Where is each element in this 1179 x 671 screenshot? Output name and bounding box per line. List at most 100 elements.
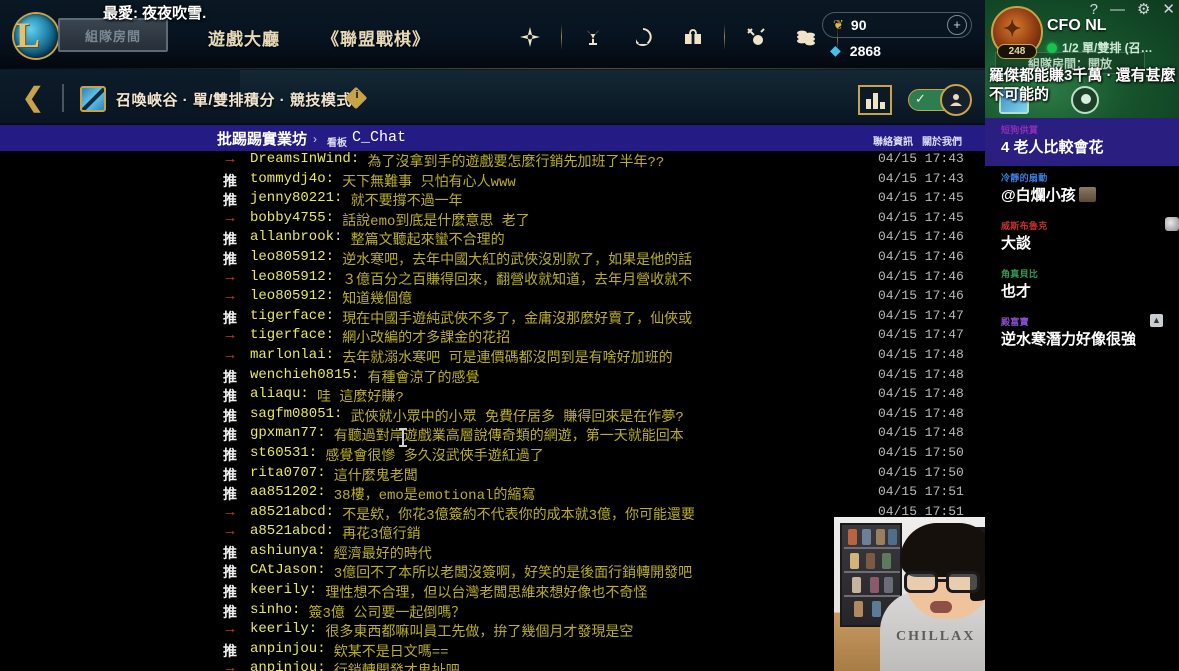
comment-timestamp: 04/15 17:50 [878,464,964,480]
forum-site-name[interactable]: 批踢踢實業坊 [217,128,307,149]
arrow-tag: → [225,209,235,227]
push-tag: 推 [223,368,237,385]
breadcrumb-separator: › [313,132,317,146]
chevron-left-icon[interactable]: ❮ [22,82,44,112]
comment-author[interactable]: wenchieh0815: [250,367,359,383]
minimize-icon[interactable]: — [1110,2,1125,18]
chat-nickname[interactable]: 威斯布魯克 [1001,219,1171,232]
comment-author[interactable]: CAtJason: [250,562,326,578]
push-tag: 推 [223,584,237,601]
comment-author[interactable]: keerily: [250,621,317,637]
comment-author[interactable]: marlonlai: [250,347,334,363]
rp-coin-icon: ❦ [833,17,844,32]
comment-author[interactable]: leo805912: [250,269,334,285]
chat-nickname[interactable]: 冷靜的扇動 [1001,171,1171,184]
comment-author[interactable]: gpxman77: [250,425,326,441]
arrow-tag: → [225,523,235,541]
overlay-message: 羅傑都能賺3千萬 · 還有甚麼不可能的 [989,67,1176,103]
comment-author[interactable]: tommydj4o: [250,171,334,187]
chat-nickname[interactable]: 短狗供賞 [1001,123,1171,136]
close-icon[interactable]: ✕ [1162,2,1175,18]
collapse-icon[interactable]: ▲ [1150,314,1163,327]
push-tag: 推 [223,603,237,620]
arrow-tag: → [225,268,235,286]
nav-tft[interactable]: 《聯盟戰棋》 [322,25,430,50]
contact-link[interactable]: 聯絡資訊 [873,133,913,148]
ranked-stats-icon[interactable] [858,85,892,115]
party-room-button[interactable]: 組隊房間 [58,18,168,52]
chat-message: @白爛小孩 [1001,187,1171,205]
level-badge: 248 [997,44,1037,59]
chat-message: 4 老人比較會花 [1001,139,1104,156]
arrow-tag: → [225,346,235,364]
push-tag: 推 [223,192,237,209]
push-tag: 推 [223,642,237,659]
comment-author[interactable]: sagfm08051: [250,406,342,422]
comment-author[interactable]: leo805912: [250,249,334,265]
chat-message: 也才 [1001,283,1032,300]
profile-icon[interactable] [618,20,668,54]
comment-text: 很多東西都嘛叫員工先做，拚了幾個月才發現是空 [325,625,634,642]
comment-author[interactable]: keerily: [250,582,317,598]
rp-balance[interactable]: ❦ 90 + [822,12,972,38]
push-tag: 推 [223,466,237,483]
comment-timestamp: 04/15 17:47 [878,327,964,343]
compass-icon[interactable] [505,20,555,54]
comment-author[interactable]: DreamsInWind: [250,151,359,167]
loot-icon[interactable] [668,20,718,54]
board-name[interactable]: C_Chat [352,129,406,146]
chat-nickname[interactable]: 角真貝比 [1001,267,1171,280]
help-icon[interactable]: ? [1090,2,1098,18]
emote-icon [1165,217,1179,231]
nav-game-lobby[interactable]: 遊戲大廳 [208,25,280,50]
nav-tft-label: 《聯盟戰棋》 [322,30,430,49]
party-room-label: 組隊房間 [84,28,141,44]
comment-author[interactable]: anpinjou: [250,641,326,657]
comment-author[interactable]: ashiunya: [250,543,326,559]
online-dot-icon [1047,42,1057,53]
comment-author[interactable]: allanbrook: [250,229,342,245]
champion-icon[interactable] [731,20,781,54]
comment-author[interactable]: aliaqu: [250,386,309,402]
comment-text: 就不要撐不過一年 [350,194,463,211]
comment-author[interactable]: aa851202: [250,484,326,500]
comment-author[interactable]: anpinjou: [250,660,326,671]
comment-author[interactable]: sinho: [250,602,300,618]
push-tag: 推 [223,172,237,189]
comment-author[interactable]: jenny80221: [250,190,342,206]
be-balance[interactable]: ◆ 2868 [830,42,881,59]
status-badge: 1/2 單/雙排 (召… [1047,39,1153,56]
gear-icon[interactable]: ⚙ [1137,2,1150,18]
list-item: 冷靜的扇動 @白爛小孩 [985,166,1179,214]
comment-text: 再花3億行銷 [342,527,421,544]
comment-timestamp: 04/15 17:48 [878,425,964,441]
trophy-icon[interactable] [568,20,618,54]
divider [62,84,64,112]
team-builder-toggle[interactable] [908,84,972,116]
comment-text: ３億百分之百賺得回來，翻營收就知道，去年月營收就不 [342,272,693,289]
be-value: 2868 [849,42,881,59]
glasses-icon [902,571,996,593]
chat-nickname[interactable]: 殿富寶 [1001,315,1171,328]
comment-author[interactable]: bobby4755: [250,210,334,226]
comment-timestamp: 04/15 17:50 [878,444,964,460]
comment-author[interactable]: tigerface: [250,308,334,324]
comment-author[interactable]: a8521abcd: [250,504,334,520]
comment-author[interactable]: rita0707: [250,465,326,481]
add-rp-button[interactable]: + [947,15,967,35]
comment-text: 整篇文聽起來蠻不合理的 [350,233,505,250]
push-tag: 推 [223,486,237,503]
about-link[interactable]: 關於我們 [922,133,962,148]
comment-timestamp: 04/15 17:48 [878,405,964,421]
push-tag: 推 [223,544,237,561]
list-item: 殿富寶 逆水寒潛力好像很強 ▲ [985,310,1179,358]
comment-timestamp: 04/15 17:43 [878,151,964,166]
comment-author[interactable]: st60531: [250,445,317,461]
queue-label: 召喚峽谷 · 單/雙排積分 · 競技模式 [116,92,352,109]
comment-author[interactable]: tigerface: [250,327,334,343]
rp-value: 90 [850,17,867,33]
comment-author[interactable]: leo805912: [250,288,334,304]
arrow-tag: → [225,327,235,345]
comment-author[interactable]: a8521abcd: [250,523,334,539]
blue-essence-icon: ◆ [830,42,841,58]
